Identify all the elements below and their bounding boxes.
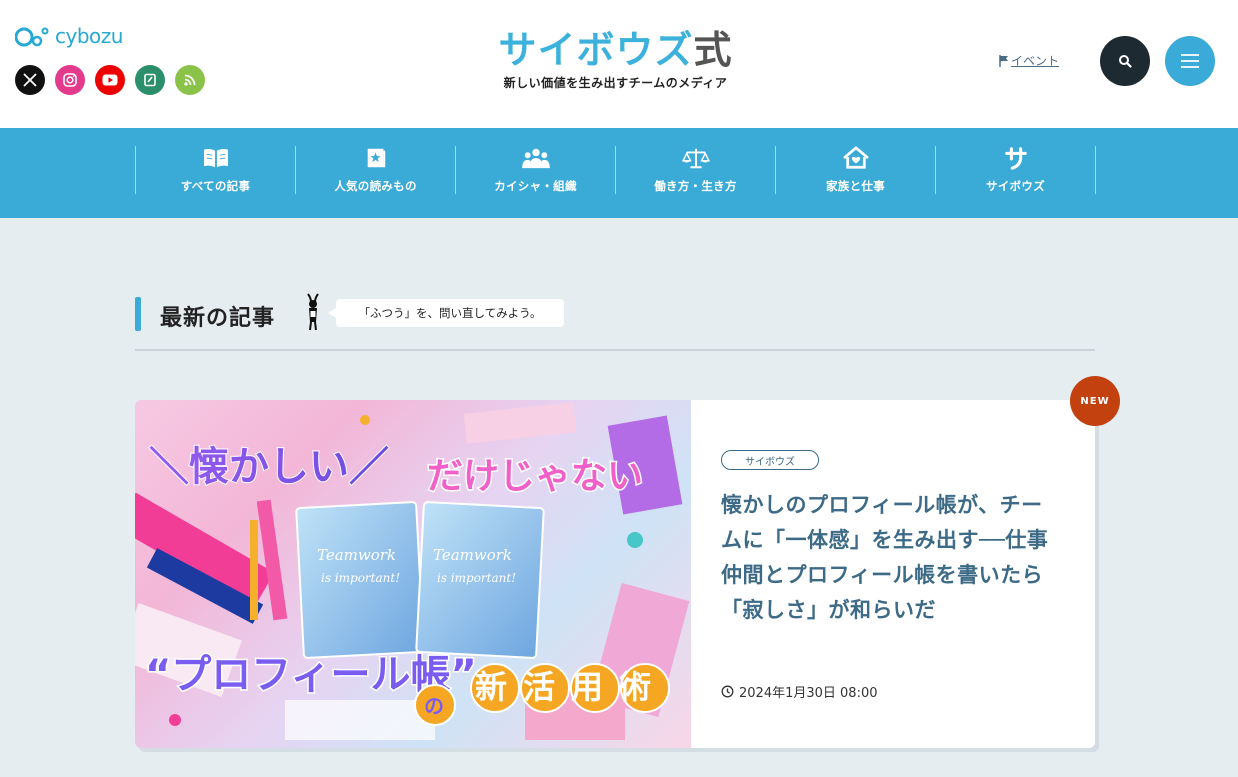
ranking-book-icon: [367, 148, 385, 168]
instagram-link[interactable]: [55, 65, 85, 95]
section-title: 最新の記事: [160, 306, 276, 331]
nav-label: カイシャ・組織: [494, 179, 577, 193]
house-icon: [842, 146, 869, 169]
logo-text: cybozu: [55, 24, 123, 48]
latest-articles-heading: 最新の記事 「ふつう」を、問い直してみよう。: [135, 293, 1095, 351]
thumb-line2: だけじゃない: [427, 456, 643, 497]
category-nav-list: すべての記事 人気の読みもの カイシャ・組織 働き方・生き方 家族と仕事 サイボ…: [135, 146, 1096, 194]
article-thumbnail[interactable]: Teamwork is important! Teamwork is impor…: [135, 400, 691, 748]
x-icon: [23, 73, 37, 87]
site-title-logo[interactable]: サイボウズ式 新しい価値を生み出すチームのメディア: [478, 28, 753, 91]
youtube-link[interactable]: [95, 65, 125, 95]
note-link[interactable]: [135, 65, 165, 95]
thumb-line4: 新活用術: [475, 668, 667, 706]
sa-icon: [1004, 147, 1027, 170]
x-link[interactable]: [15, 65, 45, 95]
book-text-1: Teamwork: [317, 546, 396, 564]
article-card-body: サイボウズ 懐かしのプロフィール帳が、チームに「一体感」を生み出す──仕事仲間と…: [721, 400, 1061, 748]
nav-label: 働き方・生き方: [654, 179, 737, 193]
cybozu-logo[interactable]: cybozu: [15, 24, 123, 48]
speech-bubble: 「ふつう」を、問い直してみよう。: [328, 299, 564, 327]
thumb-line1: ＼懐かしい／: [149, 444, 389, 490]
date-text: 2024年1月30日 08:00: [739, 686, 878, 701]
site-header: cybozu サイボウズ式 新しい価値を生み出すチームのメディア イベント: [0, 0, 1238, 128]
latest-article-card[interactable]: Teamwork is important! Teamwork is impor…: [135, 400, 1095, 748]
mascot-figure-icon: [307, 293, 319, 331]
nav-item-all-articles[interactable]: すべての記事: [136, 146, 296, 194]
flag-icon: [999, 54, 1008, 67]
note-icon: [144, 73, 156, 87]
nav-item-family-work[interactable]: 家族と仕事: [776, 146, 936, 194]
instagram-icon: [63, 73, 77, 87]
brand-suffix: 式: [693, 28, 733, 72]
category-nav: すべての記事 人気の読みもの カイシャ・組織 働き方・生き方 家族と仕事 サイボ…: [0, 128, 1238, 218]
category-tag[interactable]: サイボウズ: [721, 450, 819, 470]
nav-item-company-organization[interactable]: カイシャ・組織: [456, 146, 616, 194]
social-links: [15, 65, 205, 95]
book-icon: [203, 148, 228, 168]
thumbnail-illustration: Teamwork is important! Teamwork is impor…: [135, 402, 690, 740]
nav-label: サイボウズ: [986, 179, 1045, 193]
book-text-4: is important!: [437, 571, 516, 585]
thumb-line4-small: の: [424, 694, 444, 718]
rss-link[interactable]: [175, 65, 205, 95]
search-icon: [1119, 55, 1132, 68]
nav-item-cybozu[interactable]: サイボウズ: [936, 146, 1096, 194]
nav-item-popular[interactable]: 人気の読みもの: [296, 146, 456, 194]
nav-label: 家族と仕事: [826, 179, 885, 193]
heading-accent-bar: [135, 297, 141, 331]
clock-icon: [721, 685, 734, 698]
nav-label: すべての記事: [180, 179, 251, 193]
search-button[interactable]: [1100, 36, 1150, 86]
article-date: 2024年1月30日 08:00: [721, 682, 878, 701]
nav-item-work-life[interactable]: 働き方・生き方: [616, 146, 776, 194]
book-text-2: is important!: [321, 571, 400, 585]
cybozu-logo-mark-icon: [15, 27, 49, 47]
people-group-icon: [521, 148, 550, 169]
rss-icon: [184, 74, 196, 86]
hamburger-menu-icon: [1181, 54, 1199, 68]
site-tagline: 新しい価値を生み出すチームのメディア: [503, 76, 728, 90]
menu-button[interactable]: [1165, 36, 1215, 86]
book-text-3: Teamwork: [433, 546, 512, 564]
event-label: イベント: [1011, 54, 1060, 68]
scale-icon: [681, 148, 710, 169]
new-badge: NEW: [1070, 376, 1120, 426]
nav-label: 人気の読みもの: [334, 179, 417, 193]
brand-name: サイボウズ式: [478, 28, 753, 72]
youtube-icon: [102, 74, 118, 86]
article-title[interactable]: 懐かしのプロフィール帳が、チームに「一体感」を生み出す──仕事仲間とプロフィール…: [721, 488, 1056, 628]
brand-main: サイボウズ: [498, 28, 694, 72]
event-link[interactable]: イベント: [999, 52, 1059, 69]
